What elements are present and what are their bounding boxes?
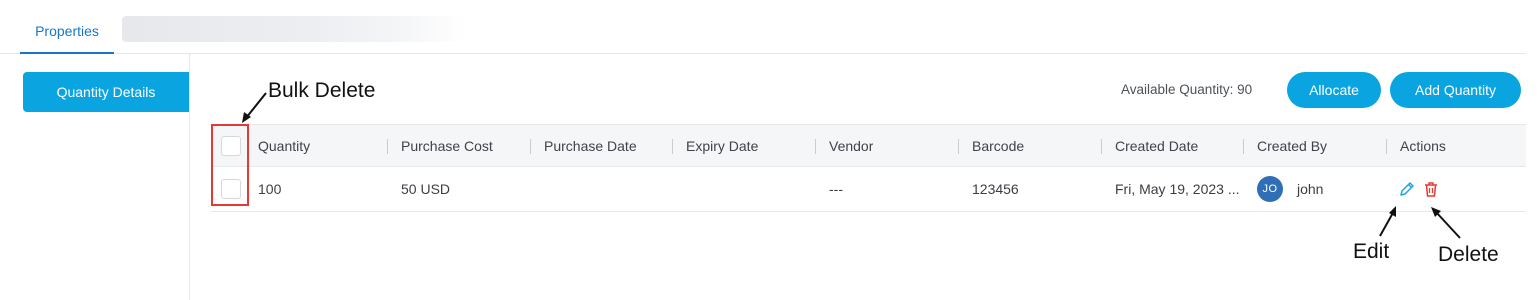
tab-bar: Properties [0,0,1526,54]
annotation-arrow-delete [1431,207,1461,239]
cell-vendor: --- [829,181,843,197]
header-expiry-date: Expiry Date [686,137,759,154]
column-divider [1243,139,1244,154]
quantity-table: Quantity Purchase Cost Purchase Date Exp… [211,124,1526,212]
avatar: JO [1257,176,1283,202]
trash-icon[interactable] [1422,180,1440,198]
cell-quantity: 100 [258,181,282,197]
cell-created-date: Fri, May 19, 2023 ... [1115,181,1240,197]
cell-purchase-cost: 50 USD [401,181,451,197]
table-header: Quantity Purchase Cost Purchase Date Exp… [211,124,1526,167]
column-divider [958,139,959,154]
header-created-by: Created By [1257,137,1328,154]
cell-barcode: 123456 [972,181,1019,197]
cell-created-by: JO john [1257,167,1323,211]
quantity-details-button[interactable]: Quantity Details [23,72,189,112]
table-row: 100 50 USD --- 123456 Fri, May 19, 2023 … [211,167,1526,212]
header-barcode: Barcode [972,137,1025,154]
side-panel: Quantity Details [0,54,190,300]
created-by-name: john [1297,181,1324,197]
header-actions: Actions [1400,137,1446,154]
bulk-delete-highlight [211,124,249,206]
available-quantity: Available Quantity: 90 [1121,82,1253,97]
allocate-button[interactable]: Allocate [1287,72,1381,108]
column-divider [672,139,673,154]
column-divider [530,139,531,154]
annotation-arrow-edit [1379,206,1396,237]
header-vendor: Vendor [829,137,874,154]
column-divider [1101,139,1102,154]
tab-properties[interactable]: Properties [20,14,114,54]
header-purchase-date: Purchase Date [544,137,637,154]
annotation-edit: Edit [1353,240,1390,263]
column-divider [1386,139,1387,154]
annotation-bulk-delete: Bulk Delete [268,79,376,102]
pencil-icon[interactable] [1398,180,1416,198]
add-quantity-button[interactable]: Add Quantity [1390,72,1521,108]
column-divider [815,139,816,154]
header-purchase-cost: Purchase Cost [401,137,493,154]
annotation-delete: Delete [1438,243,1499,266]
annotation-arrow-bulk-delete [242,92,267,123]
header-created-date: Created Date [1115,137,1199,154]
column-divider [387,139,388,154]
tab-blurred-placeholder [122,16,466,42]
header-quantity: Quantity [258,137,311,154]
